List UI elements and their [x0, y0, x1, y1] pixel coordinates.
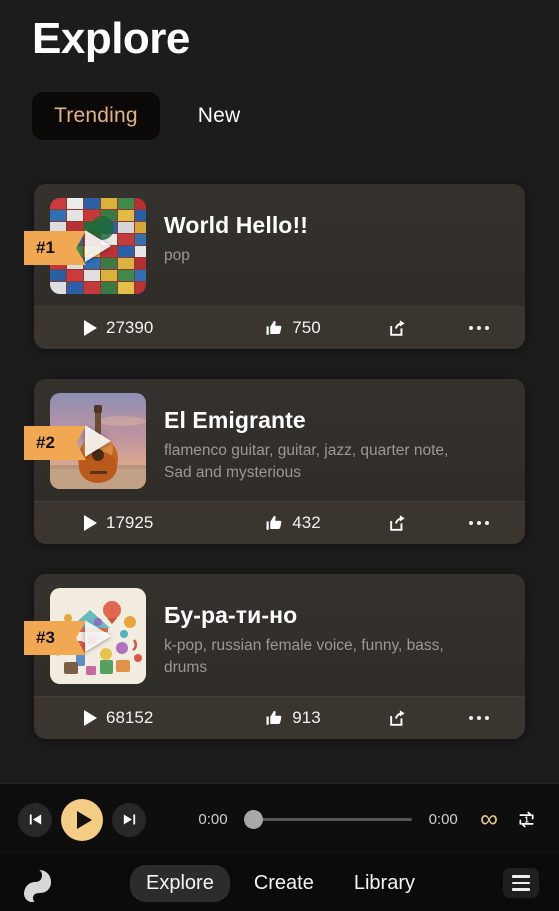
- more-options-icon: [468, 325, 489, 331]
- share-icon: [389, 514, 405, 531]
- total-time: 0:00: [428, 811, 458, 828]
- svg-text:1: 1: [524, 816, 529, 825]
- share-button[interactable]: [388, 709, 407, 728]
- repeat-one-button[interactable]: 1: [516, 809, 537, 830]
- like-count-stat[interactable]: 432: [265, 513, 321, 533]
- nav-item-create[interactable]: Create: [238, 865, 330, 902]
- track-card[interactable]: #1 World Hello!! pop 27390 750: [24, 184, 525, 349]
- progress-track: [244, 818, 413, 821]
- play-icon: [76, 810, 92, 829]
- like-count-value: 750: [292, 318, 321, 337]
- progress-slider[interactable]: [244, 810, 413, 830]
- track-card-footer: 27390 750: [34, 306, 525, 349]
- track-tags: pop: [164, 247, 190, 264]
- track-title: Бу-ра-ти-но: [164, 602, 298, 628]
- play-icon: [84, 710, 97, 726]
- track-list: #1 World Hello!! pop 27390 750 #2 El Emi…: [0, 184, 559, 783]
- hamburger-menu-icon: [512, 875, 530, 878]
- track-card-top: #2 El Emigrante flamenco guitar, guitar,…: [24, 379, 525, 501]
- play-count-stat: 17925: [84, 513, 153, 533]
- hamburger-menu-button[interactable]: [503, 868, 539, 898]
- like-count-stat[interactable]: 750: [265, 318, 321, 338]
- track-title: World Hello!!: [164, 212, 308, 238]
- track-meta: Бу-ра-ти-но k-pop, russian female voice,…: [146, 588, 509, 679]
- app-logo-icon: [24, 870, 51, 902]
- tab-trending[interactable]: Trending: [32, 92, 160, 140]
- play-count-value: 17925: [106, 513, 154, 532]
- play-icon: [84, 320, 97, 336]
- bottom-navigation: Explore Create Library: [0, 855, 559, 911]
- more-options-button[interactable]: [468, 520, 489, 526]
- track-card[interactable]: #2 El Emigrante flamenco guitar, guitar,…: [24, 379, 525, 544]
- track-meta: World Hello!! pop: [146, 198, 509, 267]
- more-options-button[interactable]: [468, 325, 489, 331]
- share-icon: [389, 319, 405, 336]
- track-title: El Emigrante: [164, 407, 306, 433]
- track-card-footer: 17925 432: [34, 501, 525, 544]
- app-logo[interactable]: [14, 863, 58, 903]
- player-bar: 0:00 0:00 ∞ 1: [0, 783, 559, 855]
- share-button[interactable]: [388, 514, 407, 533]
- tab-bar: Trending New: [32, 92, 559, 140]
- play-icon: [84, 515, 97, 531]
- share-button[interactable]: [388, 319, 407, 338]
- hamburger-menu-icon: [512, 881, 530, 885]
- play-count-stat: 27390: [84, 318, 153, 338]
- thumbnail-wrapper[interactable]: #2: [24, 393, 146, 489]
- page-title: Explore: [32, 14, 190, 63]
- track-meta: El Emigrante flamenco guitar, guitar, ja…: [146, 393, 509, 484]
- thumbs-up-icon: [266, 710, 282, 725]
- next-track-button[interactable]: [112, 802, 146, 837]
- thumbs-up-icon: [266, 515, 282, 530]
- app-root: Explore Trending New #1 World Hello!! po…: [0, 0, 559, 911]
- play-count-value: 27390: [106, 318, 154, 337]
- loop-infinite-button[interactable]: ∞: [480, 807, 498, 832]
- nav-item-library[interactable]: Library: [338, 865, 431, 902]
- nav-items: Explore Create Library: [58, 864, 503, 902]
- hamburger-menu-icon: [512, 888, 530, 891]
- like-count-value: 432: [292, 513, 321, 532]
- like-count-stat[interactable]: 913: [265, 708, 321, 728]
- thumbnail-wrapper[interactable]: #3: [24, 588, 146, 684]
- nav-item-explore[interactable]: Explore: [130, 864, 230, 902]
- play-pause-button[interactable]: [61, 798, 103, 841]
- repeat-one-icon: 1: [519, 811, 534, 828]
- thumbs-up-icon: [266, 320, 282, 335]
- more-options-icon: [468, 520, 489, 526]
- current-time: 0:00: [198, 811, 228, 828]
- progress-handle[interactable]: [244, 810, 263, 829]
- share-icon: [389, 709, 405, 726]
- track-card-top: #1 World Hello!! pop: [24, 184, 525, 306]
- tab-new[interactable]: New: [176, 92, 263, 140]
- more-options-icon: [468, 715, 489, 721]
- track-tags: flamenco guitar, guitar, jazz, quarter n…: [164, 442, 449, 481]
- track-card-top: #3 Бу-ра-ти-но k-pop, russian female voi…: [24, 574, 525, 696]
- track-tags: k-pop, russian female voice, funny, bass…: [164, 637, 444, 676]
- previous-track-button[interactable]: [18, 802, 52, 837]
- play-count-value: 68152: [106, 708, 154, 727]
- play-count-stat: 68152: [84, 708, 153, 728]
- skip-previous-icon: [29, 814, 41, 825]
- track-card[interactable]: #3 Бу-ра-ти-но k-pop, russian female voi…: [24, 574, 525, 739]
- like-count-value: 913: [292, 708, 321, 727]
- track-card-footer: 68152 913: [34, 696, 525, 739]
- thumbnail-wrapper[interactable]: #1: [24, 198, 146, 294]
- more-options-button[interactable]: [468, 715, 489, 721]
- skip-next-icon: [123, 814, 135, 825]
